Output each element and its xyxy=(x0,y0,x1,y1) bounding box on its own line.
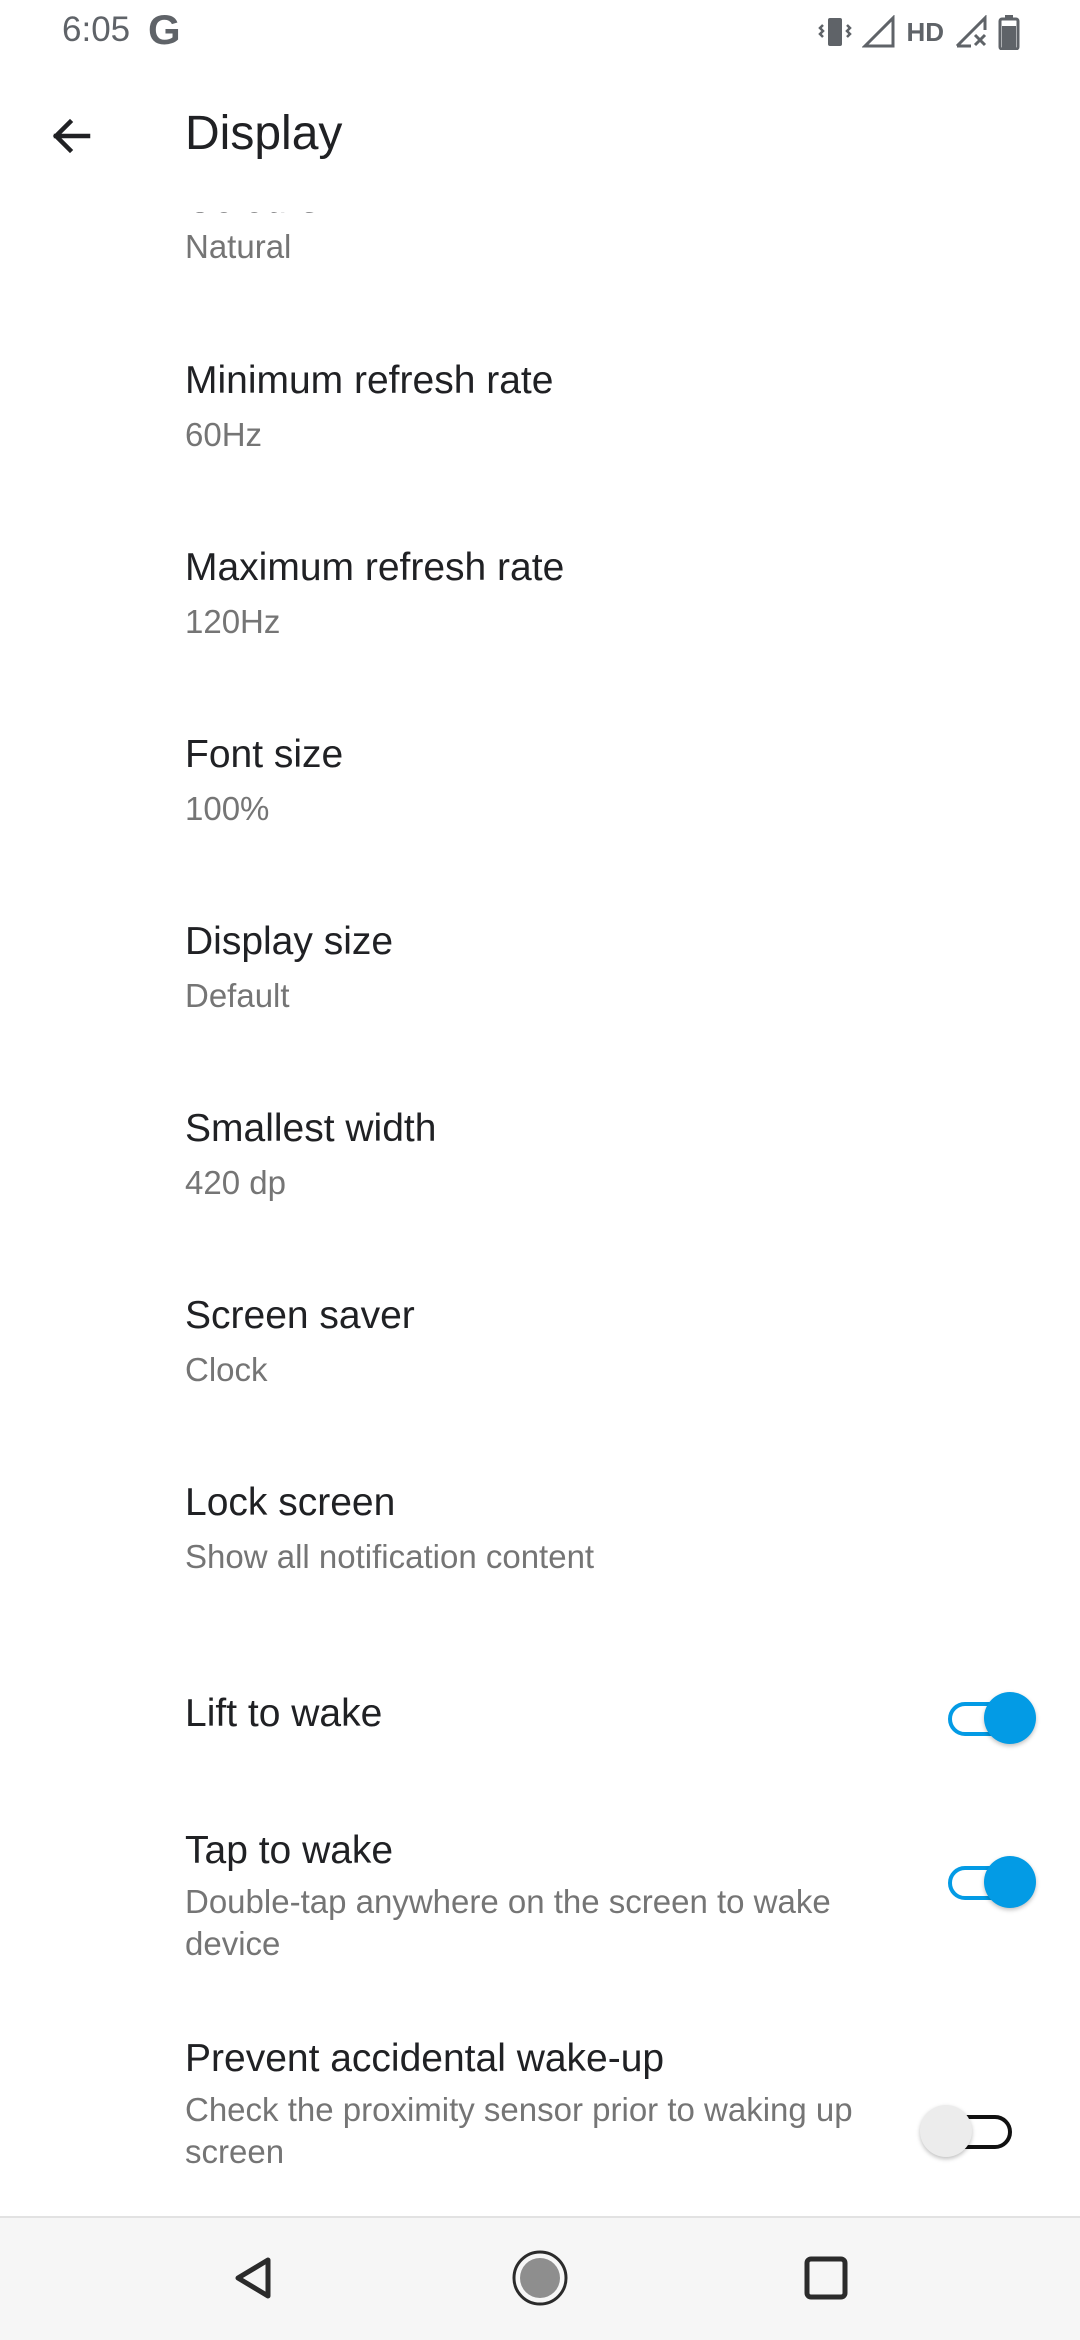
navigation-bar xyxy=(0,2216,1080,2340)
setting-summary: 60Hz xyxy=(185,416,263,453)
lift-to-wake-toggle[interactable] xyxy=(940,1688,1040,1748)
setting-summary: 420 dp xyxy=(185,1164,286,1201)
setting-prevent-accidental-wake-up[interactable]: Prevent accidental wake-up Check the pro… xyxy=(0,2021,1080,2216)
toggle-thumb xyxy=(920,2105,972,2157)
settings-list[interactable]: Colours Natural Minimum refresh rate 60H… xyxy=(0,0,1080,2216)
setting-screen-saver[interactable]: Screen saver Clock xyxy=(0,1272,1080,1459)
setting-lift-to-wake[interactable]: Lift to wake xyxy=(0,1646,1080,1811)
arrow-left-icon xyxy=(48,112,96,165)
setting-maximum-refresh-rate[interactable]: Maximum refresh rate 120Hz xyxy=(0,524,1080,711)
setting-display-size[interactable]: Display size Default xyxy=(0,898,1080,1085)
app-bar: Display xyxy=(0,62,1080,212)
setting-summary: Check the proximity sensor prior to waki… xyxy=(185,2091,853,2170)
setting-summary: Double-tap anywhere on the screen to wak… xyxy=(185,1883,831,1962)
setting-summary: 120Hz xyxy=(185,603,281,640)
setting-summary: Clock xyxy=(185,1351,268,1388)
toggle-thumb xyxy=(984,1856,1036,1908)
setting-title: Lift to wake xyxy=(185,1692,383,1735)
setting-smallest-width[interactable]: Smallest width 420 dp xyxy=(0,1085,1080,1272)
setting-font-size[interactable]: Font size 100% xyxy=(0,711,1080,898)
tap-to-wake-toggle[interactable] xyxy=(940,1852,1040,1912)
circle-home-icon xyxy=(510,2248,570,2313)
setting-title: Smallest width xyxy=(185,1107,437,1150)
square-recents-icon xyxy=(800,2252,852,2309)
setting-title: Minimum refresh rate xyxy=(185,359,554,402)
setting-title: Font size xyxy=(185,733,344,776)
setting-title: Prevent accidental wake-up xyxy=(185,2037,665,2080)
toggle-thumb xyxy=(984,1692,1036,1744)
setting-tap-to-wake[interactable]: Tap to wake Double-tap anywhere on the s… xyxy=(0,1811,1080,2021)
prevent-accidental-wake-up-toggle[interactable] xyxy=(920,2101,1030,2161)
setting-title: Tap to wake xyxy=(185,1829,394,1872)
setting-title: Screen saver xyxy=(185,1294,415,1337)
setting-summary: 100% xyxy=(185,790,270,827)
nav-home-button[interactable] xyxy=(502,2242,578,2318)
triangle-back-icon xyxy=(228,2252,280,2309)
setting-title: Lock screen xyxy=(185,1481,396,1524)
setting-summary: Show all notification content xyxy=(185,1538,595,1575)
setting-summary: Natural xyxy=(185,228,292,265)
nav-recents-button[interactable] xyxy=(788,2242,864,2318)
nav-back-button[interactable] xyxy=(216,2242,292,2318)
page-title: Display xyxy=(185,107,343,160)
setting-title: Maximum refresh rate xyxy=(185,546,565,589)
setting-summary: Default xyxy=(185,977,290,1014)
back-button[interactable] xyxy=(36,102,108,174)
setting-title: Display size xyxy=(185,920,394,963)
setting-lock-screen[interactable]: Lock screen Show all notification conten… xyxy=(0,1459,1080,1646)
setting-minimum-refresh-rate[interactable]: Minimum refresh rate 60Hz xyxy=(0,337,1080,524)
